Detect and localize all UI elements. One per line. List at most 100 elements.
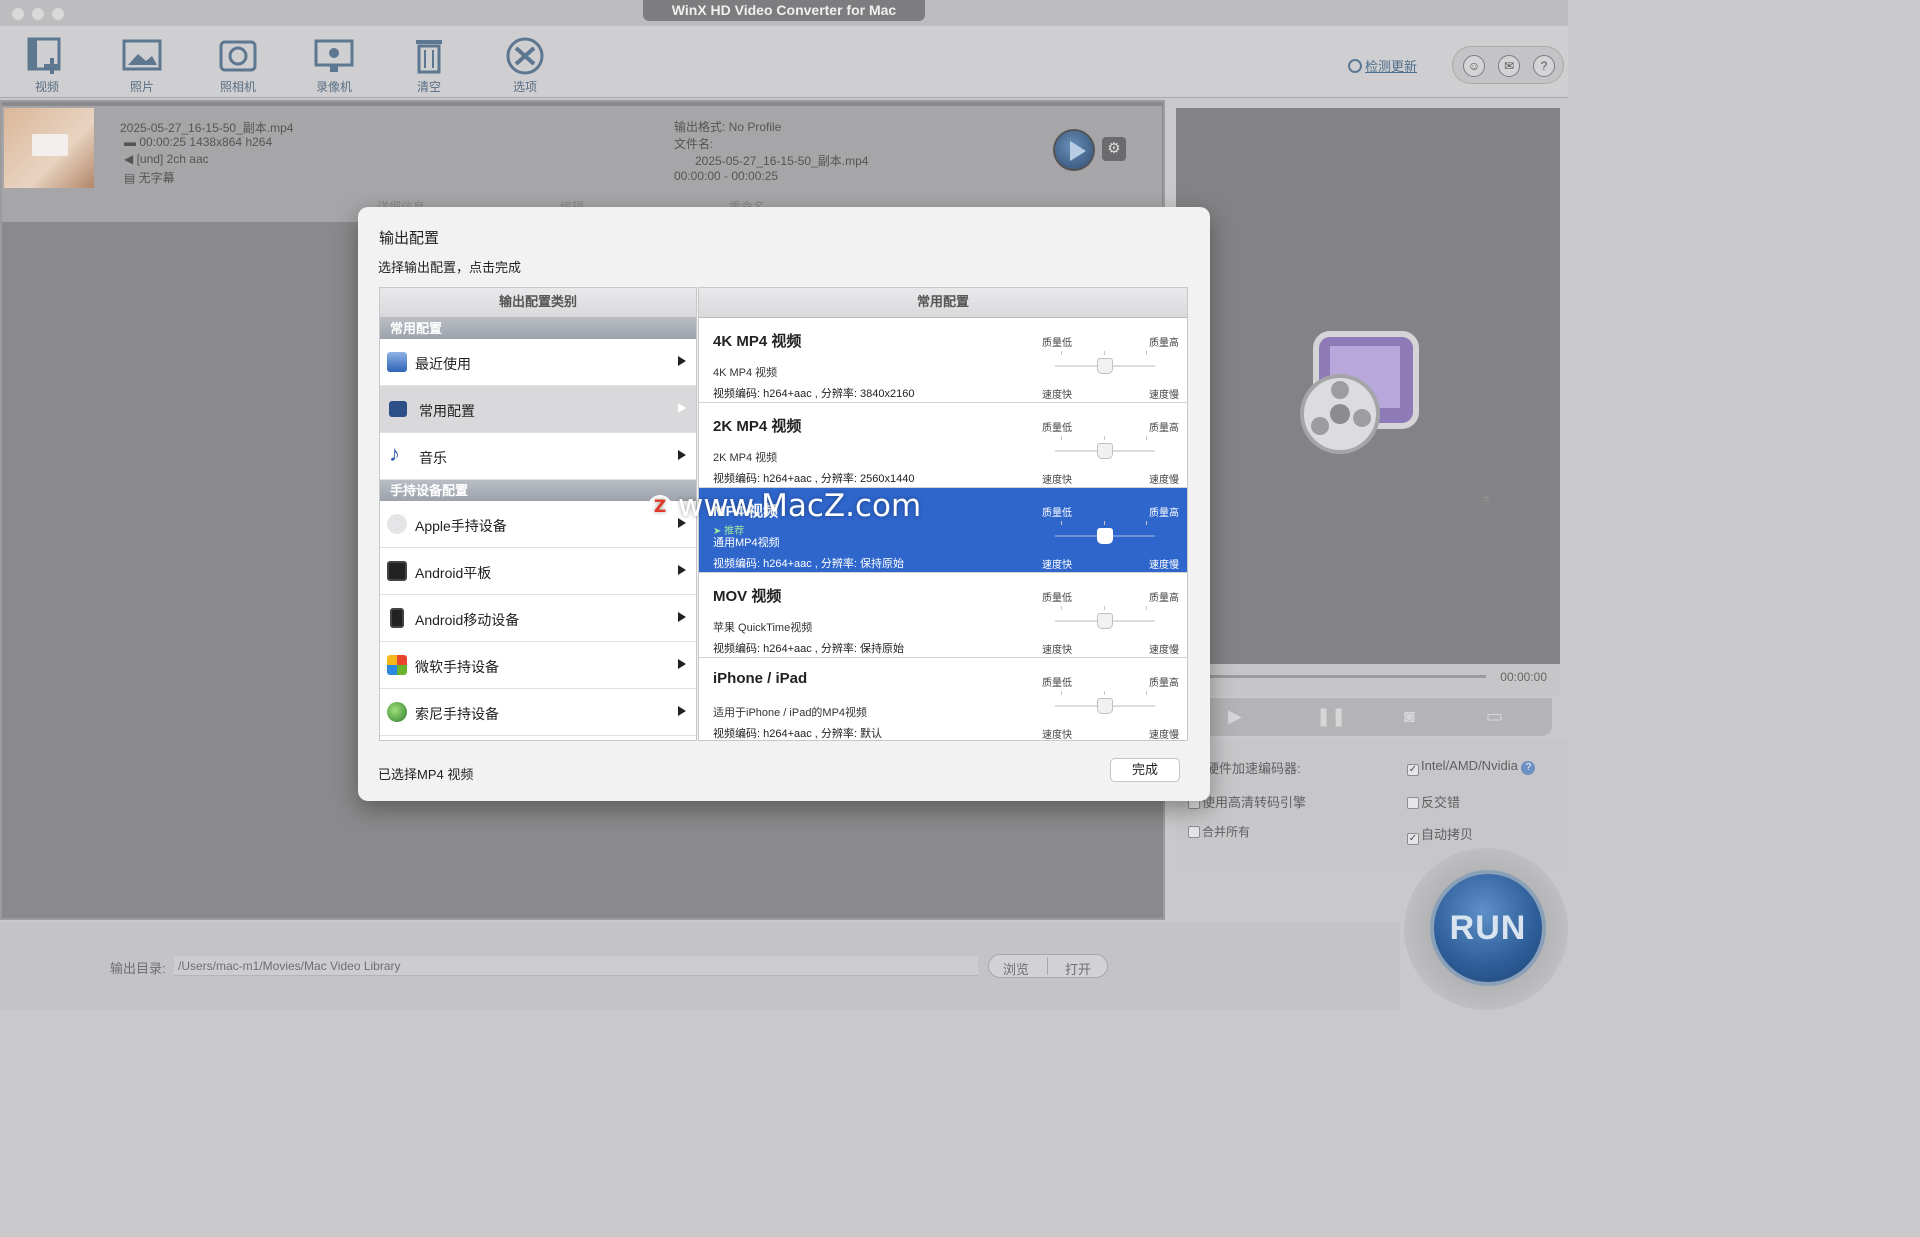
speed-slow-label: 速度慢 xyxy=(1149,390,1179,401)
hw-accel-value: Intel/AMD/Nvidia xyxy=(1421,758,1518,773)
sony-icon xyxy=(387,702,407,722)
hq-engine-label: 使用高清转码引擎 xyxy=(1202,795,1307,810)
preview-play-button[interactable] xyxy=(1053,129,1095,171)
category-android-tablet[interactable]: Android平板 xyxy=(380,548,696,595)
quality-high-label: 质量高 xyxy=(1149,338,1179,349)
info-icon[interactable]: ? xyxy=(1521,761,1536,775)
run-button[interactable]: RUN xyxy=(1430,870,1546,986)
autocopy-checkbox[interactable]: ✓ 自动拷贝 xyxy=(1407,824,1473,845)
slider-tick xyxy=(1146,521,1147,525)
output-filename[interactable]: 2025-05-27_16-15-50_副本.mp4 xyxy=(695,152,868,169)
audio-info[interactable]: ◀ [und] 2ch aac xyxy=(124,152,209,166)
slider-tick xyxy=(1104,436,1105,440)
category-music[interactable]: ♪ 音乐 xyxy=(380,433,696,480)
speaker-icon: ◀ xyxy=(124,152,137,166)
selected-profile-status: 已选择MP4 视频 xyxy=(378,767,474,782)
snapshot-icon[interactable]: ◙ xyxy=(1404,706,1415,727)
recorder-icon xyxy=(314,39,354,72)
profile-spec: 视频编码: h264+aac , 分辨率: 保持原始 xyxy=(713,558,905,570)
section-common: 常用配置 xyxy=(380,318,696,339)
main-toolbar: 视频 照片 照相机 录像机 清空 选项 检测更新 ☺ ✉ ? xyxy=(0,26,1568,98)
output-dir-field[interactable]: /Users/mac-m1/Movies/Mac Video Library xyxy=(174,956,978,976)
gear-icon[interactable]: ⚙ xyxy=(1102,137,1126,161)
recorder-button[interactable]: 录像机 xyxy=(299,36,369,95)
slider-tick xyxy=(1061,691,1062,695)
category-music-label: 音乐 xyxy=(419,450,447,466)
quality-slider-thumb[interactable] xyxy=(1097,613,1113,629)
profile-card[interactable]: iPhone / iPad 适用于iPhone / iPad的MP4视频 视频编码:… xyxy=(699,658,1187,741)
hw-accel-checkbox[interactable]: ✓ Intel/AMD/Nvidia ? xyxy=(1407,758,1536,776)
chevron-right-icon xyxy=(678,659,686,669)
deinterlace-checkbox[interactable]: 反交错 xyxy=(1407,792,1460,811)
profile-desc: 苹果 QuickTime视频 xyxy=(713,622,813,634)
profile-title: iPhone / iPad xyxy=(713,670,808,687)
done-button[interactable]: 完成 xyxy=(1110,758,1180,782)
watermark-logo: Z xyxy=(648,495,672,519)
watermark-text: www.MacZ.com xyxy=(678,488,922,524)
chevron-right-icon xyxy=(678,450,686,460)
category-common[interactable]: 常用配置 xyxy=(380,386,696,433)
slider-tick xyxy=(1061,351,1062,355)
folder-icon[interactable]: ▭ xyxy=(1486,706,1503,727)
slider-tick xyxy=(1061,521,1062,525)
add-video-icon xyxy=(27,37,61,74)
profile-spec: 视频编码: h264+aac , 分辨率: 默认 xyxy=(713,728,883,740)
pause-icon[interactable]: ❚❚ xyxy=(1316,706,1346,727)
zoom-window-button[interactable] xyxy=(52,8,64,20)
watermark: Zwww.MacZ.com xyxy=(648,488,921,524)
slider-tick xyxy=(1146,436,1147,440)
speed-slow-label: 速度慢 xyxy=(1149,730,1179,741)
options-button[interactable]: 选项 xyxy=(490,36,560,95)
quality-slider-thumb[interactable] xyxy=(1097,698,1113,714)
slider-tick xyxy=(1146,691,1147,695)
minimize-window-button[interactable] xyxy=(32,8,44,20)
chevron-right-icon xyxy=(678,356,686,366)
category-microsoft[interactable]: 微软手持设备 xyxy=(380,642,696,689)
options-label: 选项 xyxy=(512,80,537,94)
speed-fast-label: 速度快 xyxy=(1042,390,1072,401)
output-format: 输出格式: No Profile xyxy=(674,120,782,134)
chevron-right-icon xyxy=(678,612,686,622)
open-button[interactable]: 打开 xyxy=(1065,959,1091,978)
window-title: WinX HD Video Converter for Mac xyxy=(643,0,925,21)
close-window-button[interactable] xyxy=(12,8,24,20)
apple-icon xyxy=(387,514,407,534)
help-icon[interactable]: ? xyxy=(1533,55,1555,77)
timeline-bar[interactable] xyxy=(1196,675,1486,678)
browse-button[interactable]: 浏览 xyxy=(1003,959,1029,978)
title-bar: WinX HD Video Converter for Mac xyxy=(0,0,1568,26)
profile-card[interactable]: MOV 视频 苹果 QuickTime视频 视频编码: h264+aac , 分辨率… xyxy=(699,573,1187,658)
dialog-title: 输出配置 xyxy=(379,230,440,247)
mail-icon[interactable]: ✉ xyxy=(1498,55,1520,77)
profile-card[interactable]: 4K MP4 视频 4K MP4 视频 视频编码: h264+aac , 分辨率: … xyxy=(699,318,1187,403)
clear-button[interactable]: 清空 xyxy=(394,36,464,95)
profile-card[interactable]: 2K MP4 视频 2K MP4 视频 视频编码: h264+aac , 分辨率: … xyxy=(699,403,1187,488)
check-update-link[interactable]: 检测更新 xyxy=(1348,56,1417,75)
camera-button[interactable]: 照相机 xyxy=(203,36,273,95)
profile-spec: 视频编码: h264+aac , 分辨率: 保持原始 xyxy=(713,643,905,655)
add-video-button[interactable]: 视频 xyxy=(12,36,82,95)
add-photo-label: 照片 xyxy=(129,80,154,94)
category-sony[interactable]: 索尼手持设备 xyxy=(380,689,696,736)
add-photo-button[interactable]: 照片 xyxy=(107,36,177,95)
category-recent[interactable]: 最近使用 xyxy=(380,339,696,386)
video-thumbnail xyxy=(4,108,94,188)
speed-fast-label: 速度快 xyxy=(1042,645,1072,656)
quality-low-label: 质量低 xyxy=(1042,508,1072,519)
subtitle-icon: ▤ xyxy=(124,171,139,185)
merge-checkbox[interactable]: 合并所有 xyxy=(1188,823,1250,840)
quality-slider-thumb[interactable] xyxy=(1097,528,1113,544)
category-android-phone[interactable]: Android移动设备 xyxy=(380,595,696,642)
category-sony-label: 索尼手持设备 xyxy=(415,706,499,722)
subtitle-info[interactable]: ▤ 无字幕 xyxy=(124,169,175,186)
play-icon[interactable]: ▶ xyxy=(1228,706,1242,727)
file-row[interactable]: 2025-05-27_16-15-50_副本.mp4 ▬ 00:00:25 14… xyxy=(2,106,1162,222)
browse-open-group: 浏览 打开 xyxy=(988,954,1108,978)
quality-slider-thumb[interactable] xyxy=(1097,358,1113,374)
quality-slider-thumb[interactable] xyxy=(1097,443,1113,459)
user-icon[interactable]: ☺ xyxy=(1463,55,1485,77)
speed-fast-label: 速度快 xyxy=(1042,475,1072,486)
timeline[interactable]: 00:00:00 xyxy=(1176,664,1560,696)
refresh-icon xyxy=(1348,59,1362,73)
clapper-icon xyxy=(389,401,407,417)
